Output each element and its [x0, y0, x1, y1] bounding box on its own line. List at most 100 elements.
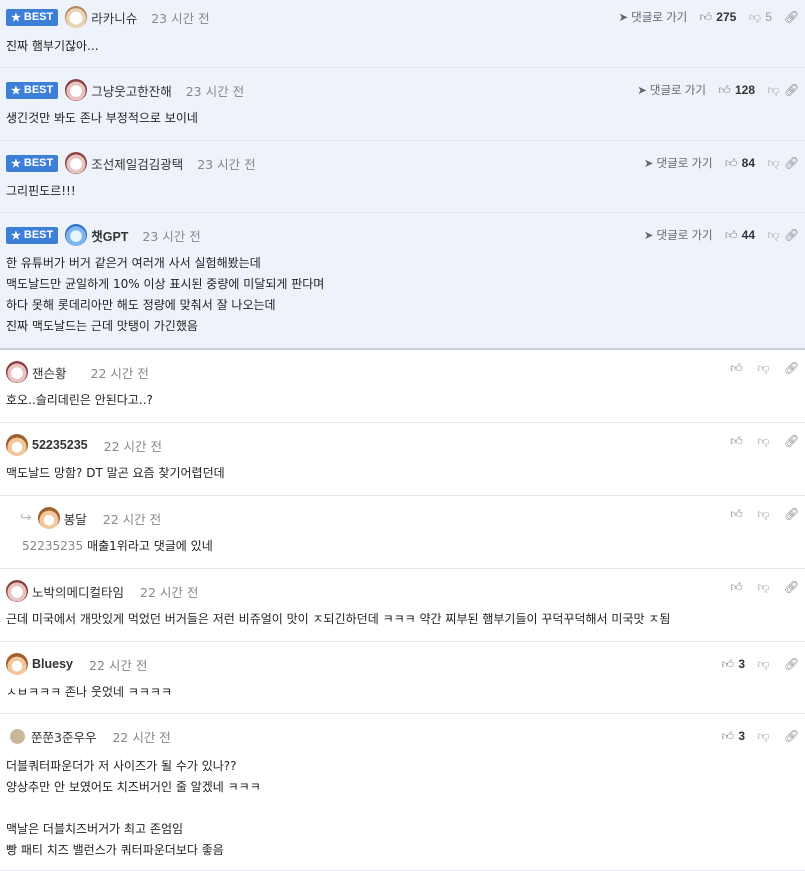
link-icon[interactable]: 🔗︎ [784, 507, 799, 521]
thumbs-up-icon[interactable]: 👍︎ [730, 507, 743, 522]
like-count: 3 [738, 657, 745, 671]
timestamp: 23 시간 전 [142, 228, 201, 244]
comment-item: 쭌쭌3준우우 22 시간 전 👍︎ 3 👎︎ 🔗︎ 더블쿼터파운더가 저 사이즈가… [0, 714, 805, 871]
timestamp: 22 시간 전 [90, 365, 149, 381]
nickname[interactable]: 봉달 [64, 509, 87, 528]
thumbs-up-icon[interactable]: 👍︎ [730, 580, 743, 595]
thumbs-down-icon[interactable]: 👎︎ [757, 580, 770, 595]
star-icon: ★ [11, 229, 21, 242]
nickname[interactable]: 그냥웃고한잔해 [91, 81, 172, 100]
like-count: 275 [716, 10, 737, 24]
comment-text: 근데 미국에서 개맛있게 먹었던 버거들은 저런 비쥬얼이 맛이 ㅈ되긴하던데 … [6, 612, 671, 626]
comment-item: 잰슨황 22 시간 전 👍︎ 👎︎ 🔗︎ 호오..슬리데린은 안된다고..? [0, 350, 805, 423]
timestamp: 23 시간 전 [151, 10, 210, 26]
link-icon[interactable]: 🔗︎ [784, 361, 799, 375]
comment-item: ★ BEST 그냥웃고한잔해 23 시간 전 ➤ 댓글로 가기 👍︎ 128 👎︎ 🔗… [0, 68, 805, 141]
timestamp: 22 시간 전 [103, 438, 162, 454]
thumbs-up-icon[interactable]: 👍︎ [730, 434, 743, 449]
comment-text: ㅅㅂㅋㅋㅋ 존나 웃었네 ㅋㅋㅋㅋ [6, 685, 173, 699]
send-icon: ➤ [643, 230, 654, 242]
timestamp: 22 시간 전 [140, 584, 199, 600]
comment-text: 맥도날드 망함? DT 말곤 요즘 찾기어렵던데 [6, 466, 225, 480]
nickname[interactable]: 잰슨황 [32, 363, 67, 382]
avatar[interactable] [6, 580, 28, 602]
thumbs-down-icon[interactable]: 👎︎ [767, 228, 780, 243]
mention-tag[interactable]: 52235235 [22, 539, 83, 553]
goto-reply-link[interactable]: ➤ 댓글로 가기 [619, 9, 688, 25]
timestamp: 23 시간 전 [185, 83, 245, 99]
avatar[interactable] [65, 79, 88, 101]
link-icon[interactable]: 🔗︎ [784, 729, 799, 743]
avatar[interactable] [6, 434, 28, 456]
comment-item: Bluesy 22 시간 전 👍︎ 3 👎︎ 🔗︎ ㅅㅂㅋㅋㅋ 존나 웃었네 ㅋㅋ… [0, 642, 805, 714]
send-icon: ➤ [618, 12, 629, 24]
timestamp: 22 시간 전 [112, 729, 171, 745]
thumbs-up-icon[interactable]: 👍︎ [725, 156, 738, 171]
avatar[interactable] [6, 361, 28, 383]
star-icon: ★ [11, 157, 21, 170]
thumbs-down-icon[interactable]: 👎︎ [757, 657, 770, 672]
avatar[interactable] [65, 6, 88, 28]
link-icon[interactable]: 🔗︎ [784, 228, 799, 242]
comment-text: 한 유튜버가 버거 같은거 여러개 사서 실험해봤는데 맥도날드만 균일하게 1… [6, 256, 325, 333]
avatar[interactable] [65, 152, 88, 174]
nickname[interactable]: Bluesy [32, 657, 73, 671]
nickname[interactable]: 쭌쭌3준우우 [31, 727, 96, 746]
reply-comment-item: ↪ 봉달 22 시간 전 👍︎ 👎︎ 🔗︎ 52235235 매출1위라고 댓글에… [0, 496, 805, 569]
thumbs-up-icon[interactable]: 👍︎ [730, 361, 743, 376]
thumbs-down-icon[interactable]: 👎︎ [757, 434, 770, 449]
link-icon[interactable]: 🔗︎ [784, 580, 799, 594]
comment-text: 호오..슬리데린은 안된다고..? [6, 393, 153, 407]
thumbs-down-icon[interactable]: 👎︎ [767, 83, 780, 98]
comment-text: 진짜 햄부기잖아... [6, 39, 99, 53]
goto-reply-link[interactable]: ➤ 댓글로 가기 [644, 155, 713, 171]
thumbs-up-icon[interactable]: 👍︎ [718, 83, 731, 98]
thumbs-up-icon[interactable]: 👍︎ [721, 657, 735, 672]
dislike-count: 5 [765, 10, 772, 24]
send-icon: ➤ [643, 158, 654, 170]
thumbs-down-icon[interactable]: 👎︎ [757, 507, 770, 522]
goto-reply-link[interactable]: ➤ 댓글로 가기 [644, 227, 713, 243]
avatar[interactable] [10, 728, 25, 744]
thumbs-up-icon[interactable]: 👍︎ [721, 729, 735, 744]
thumbs-down-icon[interactable]: 👎︎ [757, 729, 770, 744]
like-count: 84 [741, 156, 755, 170]
nickname[interactable]: 52235235 [32, 438, 88, 452]
like-count: 3 [738, 729, 745, 743]
comment-text: 52235235 매출1위라고 댓글에 있네 [22, 539, 213, 553]
thumbs-up-icon[interactable]: 👍︎ [699, 10, 713, 25]
comment-item: ★ BEST 라카니슈 23 시간 전 ➤ 댓글로 가기 👍︎ 275 👎︎ 5 🔗︎ … [0, 0, 805, 68]
avatar[interactable] [65, 224, 88, 246]
best-badge: ★ BEST [6, 81, 59, 99]
comment-text: 그리핀도르!!! [6, 184, 76, 198]
comment-item: 52235235 22 시간 전 👍︎ 👎︎ 🔗︎ 맥도날드 망함? DT 말곤… [0, 423, 805, 496]
star-icon: ★ [11, 84, 21, 97]
thumbs-up-icon[interactable]: 👍︎ [725, 228, 738, 243]
nickname[interactable]: 조선제일검김광택 [91, 154, 183, 173]
reply-arrow-icon: ↪ [20, 510, 32, 526]
best-badge: ★ BEST [6, 226, 59, 244]
best-badge: ★ BEST [6, 8, 59, 26]
link-icon[interactable]: 🔗︎ [784, 10, 799, 24]
nickname[interactable]: 노박의메디컬타임 [32, 582, 124, 601]
like-count: 44 [741, 228, 755, 242]
link-icon[interactable]: 🔗︎ [784, 83, 799, 97]
star-icon: ★ [11, 11, 21, 24]
comment-item: ★ BEST 조선제일검김광택 23 시간 전 ➤ 댓글로 가기 👍︎ 84 👎︎ 🔗… [0, 141, 805, 213]
send-icon: ➤ [637, 85, 647, 97]
nickname[interactable]: 라카니슈 [91, 8, 137, 27]
timestamp: 22 시간 전 [102, 511, 162, 527]
link-icon[interactable]: 🔗︎ [784, 434, 799, 448]
goto-reply-link[interactable]: ➤ 댓글로 가기 [637, 82, 706, 98]
nickname[interactable]: 챗GPT [91, 226, 128, 245]
thumbs-down-icon[interactable]: 👎︎ [767, 156, 780, 171]
avatar[interactable] [37, 507, 60, 529]
avatar[interactable] [6, 653, 28, 675]
link-icon[interactable]: 🔗︎ [784, 657, 799, 671]
link-icon[interactable]: 🔗︎ [784, 156, 799, 170]
thumbs-down-icon[interactable]: 👎︎ [748, 10, 761, 25]
comment-item: 노박의메디컬타임 22 시간 전 👍︎ 👎︎ 🔗︎ 근데 미국에서 개맛있게 먹… [0, 569, 805, 642]
comment-text: 생긴것만 봐도 존나 부정적으로 보이네 [6, 111, 198, 125]
timestamp: 23 시간 전 [197, 156, 256, 172]
thumbs-down-icon[interactable]: 👎︎ [757, 361, 770, 376]
